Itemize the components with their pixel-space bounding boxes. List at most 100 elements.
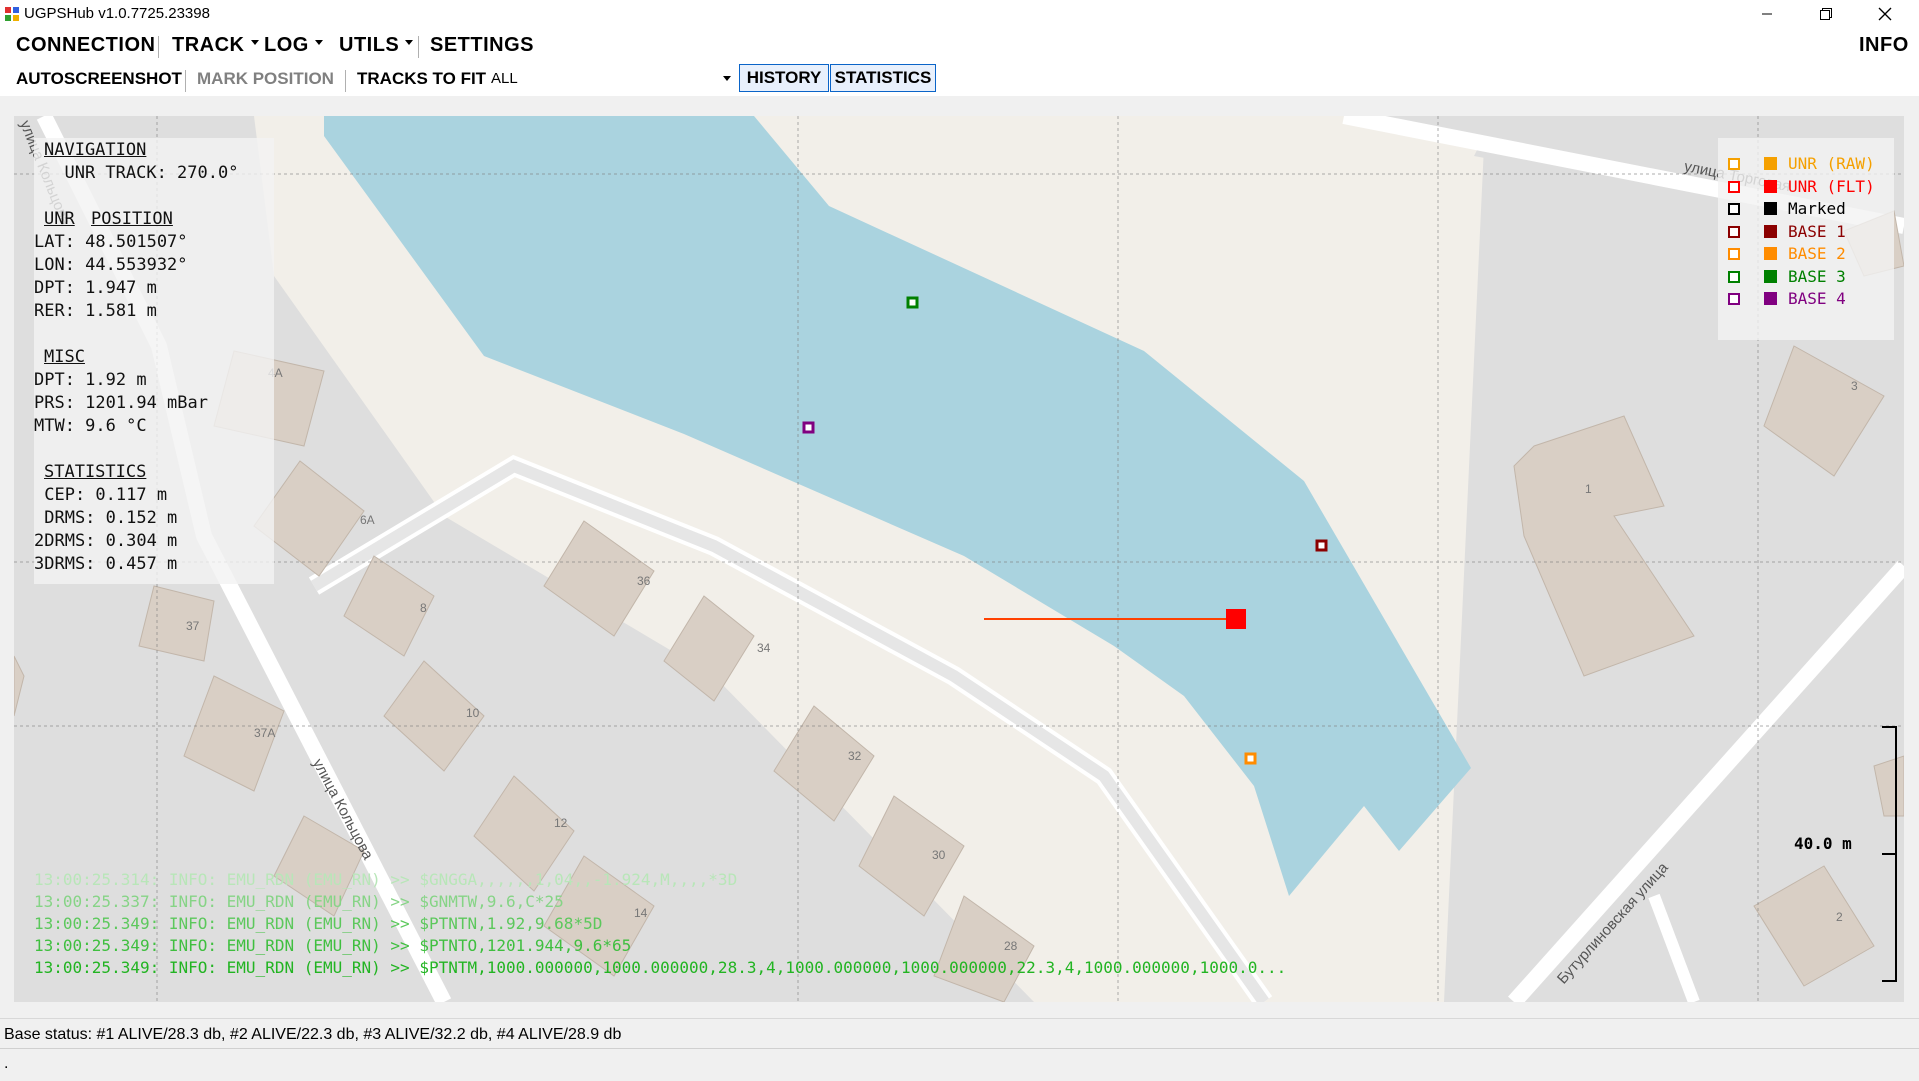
- building-label: 10: [466, 706, 480, 720]
- menu-settings[interactable]: SETTINGS: [430, 34, 534, 57]
- 2drms-value: 2DRMS: 0.304 m: [34, 531, 178, 551]
- chevron-down-icon: [723, 76, 731, 81]
- position-header: POSITION: [91, 209, 173, 229]
- title-bar: UGPSHub v1.0.7725.23398: [0, 0, 1919, 28]
- legend-marker-icon: [1728, 180, 1740, 193]
- log-line: 13:00:25.314: INFO: EMU_RDN (EMU_RN) >> …: [34, 870, 738, 889]
- legend-swatch: [1764, 202, 1777, 215]
- autoscreenshot-button[interactable]: AUTOSCREENSHOT: [16, 69, 182, 89]
- log-line: 13:00:25.337: INFO: EMU_RDN (EMU_RN) >> …: [34, 892, 564, 911]
- menu-separator: [418, 36, 419, 58]
- base-1-marker[interactable]: [1315, 539, 1328, 552]
- restore-button[interactable]: [1803, 0, 1849, 28]
- menu-bar: CONNECTION TRACK LOG UTILS SETTINGS INFO: [0, 28, 1919, 62]
- restore-icon: [1820, 8, 1832, 20]
- legend-marker-icon: [1728, 225, 1740, 238]
- menu-utils-label: UTILS: [339, 34, 400, 56]
- menu-info[interactable]: INFO: [1859, 34, 1909, 57]
- map-view[interactable]: 4A 6A 37 8 36 34 10 37A 32 12 14 30 28 1…: [14, 116, 1904, 1002]
- log-line: 13:00:25.349: INFO: EMU_RDN (EMU_RN) >> …: [34, 936, 632, 955]
- legend-swatch: [1764, 247, 1777, 260]
- legend-label: Marked: [1788, 199, 1846, 218]
- close-icon: [1878, 7, 1892, 21]
- statistics-button[interactable]: STATISTICS: [830, 64, 936, 92]
- chevron-down-icon: [250, 40, 259, 46]
- legend-label: BASE 4: [1788, 289, 1846, 308]
- toolbar-separator: [345, 70, 346, 92]
- navigation-header: NAVIGATION: [44, 140, 147, 160]
- building-label: 8: [420, 601, 427, 615]
- menu-log[interactable]: LOG: [264, 34, 323, 57]
- menu-separator: [158, 36, 159, 58]
- water-temp-value: MTW: 9.6 °C: [34, 416, 147, 436]
- tool-bar: AUTOSCREENSHOT MARK POSITION TRACKS TO F…: [0, 62, 1919, 96]
- mark-position-button[interactable]: MARK POSITION: [197, 69, 334, 89]
- log-line: 13:00:25.349: INFO: EMU_RDN (EMU_RN) >> …: [34, 914, 603, 933]
- legend-label: UNR (FLT): [1788, 176, 1875, 196]
- unr-track-value: UNR TRACK: 270.0°: [44, 163, 239, 183]
- unr-position-marker[interactable]: [1226, 609, 1246, 629]
- legend-item: UNR (RAW): [1718, 152, 1894, 174]
- log-overlay: 13:00:25.314: INFO: EMU_RDN (EMU_RN) >> …: [34, 870, 1286, 980]
- menu-log-label: LOG: [264, 34, 309, 56]
- chevron-down-icon: [405, 40, 414, 46]
- menu-track-label: TRACK: [172, 34, 245, 56]
- tracks-to-fit-label: TRACKS TO FIT: [357, 69, 487, 88]
- legend-item: BASE 2: [1718, 242, 1894, 264]
- cep-value: CEP: 0.117 m: [34, 485, 168, 505]
- legend-label: BASE 2: [1788, 244, 1846, 263]
- legend-item: BASE 1: [1718, 220, 1894, 242]
- building-label: 36: [637, 574, 651, 588]
- legend-swatch: [1764, 179, 1777, 193]
- legend-swatch: [1764, 292, 1777, 305]
- menu-utils[interactable]: UTILS: [339, 34, 414, 57]
- building-label: 1: [1585, 482, 1592, 496]
- scale-label: 40.0 m: [1794, 834, 1852, 853]
- map-legend: UNR (RAW) UNR (FLT) Marked BASE 1 BASE 2 BASE…: [1718, 138, 1894, 340]
- legend-marker-icon: [1728, 248, 1740, 260]
- misc-header: MISC: [44, 347, 85, 367]
- building-label: 37A: [254, 726, 276, 740]
- app-icon: [5, 7, 19, 21]
- statistics-header: STATISTICS: [44, 462, 147, 482]
- window-title: UGPSHub v1.0.7725.23398: [24, 5, 210, 22]
- base-2-marker[interactable]: [1244, 752, 1257, 765]
- legend-label: BASE 3: [1788, 266, 1846, 286]
- legend-marker-icon: [1728, 270, 1740, 283]
- close-button[interactable]: [1862, 0, 1908, 28]
- building-label: 32: [848, 749, 862, 763]
- legend-item: BASE 4: [1718, 287, 1894, 309]
- chevron-down-icon: [314, 40, 323, 46]
- legend-item: Marked: [1718, 197, 1894, 219]
- legend-item: BASE 3: [1718, 265, 1894, 287]
- depth-value: DPT: 1.947 m: [34, 278, 157, 298]
- base-3-marker[interactable]: [906, 296, 919, 309]
- building-label: 3: [1851, 379, 1858, 393]
- base-4-marker[interactable]: [802, 421, 815, 434]
- legend-swatch: [1764, 224, 1777, 238]
- 3drms-value: 3DRMS: 0.457 m: [34, 554, 178, 574]
- building-label: 2: [1836, 910, 1843, 924]
- minimize-icon: [1762, 13, 1772, 15]
- minimize-button[interactable]: [1744, 0, 1790, 28]
- building-label: 37: [186, 619, 200, 633]
- base-status-text: Base status: #1 ALIVE/28.3 db, #2 ALIVE/…: [4, 1026, 622, 1043]
- longitude-value: LON: 44.553932°: [34, 255, 188, 275]
- legend-swatch: [1764, 269, 1777, 283]
- building-label: 34: [757, 641, 771, 655]
- legend-item: UNR (FLT): [1718, 175, 1894, 197]
- building-label: 12: [554, 816, 568, 830]
- log-line: 13:00:25.349: INFO: EMU_RDN (EMU_RN) >> …: [34, 958, 1287, 977]
- history-button[interactable]: HISTORY: [739, 64, 829, 92]
- legend-swatch: [1764, 157, 1777, 170]
- tracks-to-fit-select[interactable]: ALL: [487, 64, 737, 92]
- legend-marker-icon: [1728, 158, 1740, 170]
- legend-marker-icon: [1728, 293, 1740, 305]
- menu-track[interactable]: TRACK: [172, 34, 259, 57]
- position-header-unr: UNR: [44, 209, 75, 229]
- navigation-panel: NAVIGATION UNR TRACK: 270.0° UNR POSITIO…: [34, 138, 274, 584]
- bottom-bar-text: .: [4, 1055, 9, 1072]
- legend-label: UNR (RAW): [1788, 154, 1875, 173]
- menu-connection[interactable]: CONNECTION: [16, 34, 155, 57]
- toolbar-separator: [185, 70, 186, 92]
